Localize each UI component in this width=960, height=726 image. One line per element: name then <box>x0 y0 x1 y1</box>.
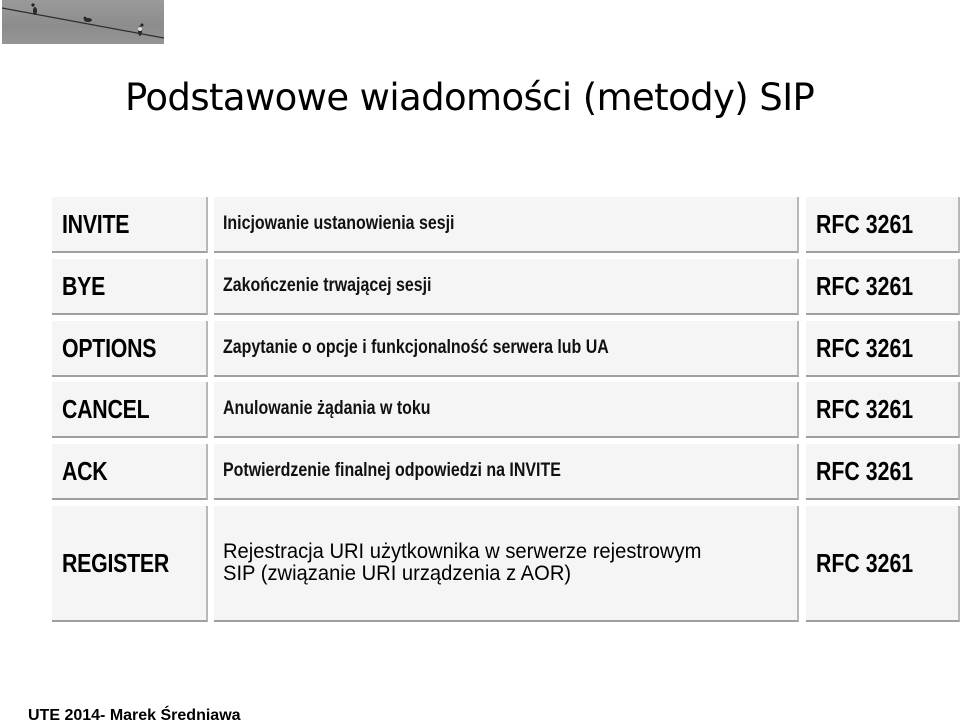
rfc-cell: RFC 3261 <box>806 197 960 253</box>
method-name: ACK <box>62 455 108 486</box>
method-cell: OPTIONS <box>52 321 208 377</box>
method-description-line: SIP (związanie URI urządzenia z AOR) <box>223 562 572 585</box>
rfc-cell: RFC 3261 <box>806 506 960 622</box>
method-cell: REGISTER <box>52 506 208 622</box>
rfc-reference: RFC 3261 <box>816 455 914 486</box>
method-description: Anulowanie żądania w toku <box>223 398 431 419</box>
description-cell: Anulowanie żądania w toku <box>214 382 799 438</box>
bird-icon <box>83 16 92 22</box>
method-name: CANCEL <box>62 393 150 424</box>
rfc-reference: RFC 3261 <box>816 208 914 239</box>
rfc-reference: RFC 3261 <box>816 270 914 301</box>
slide-footer: UTE 2014- Marek Średniawa <box>28 707 241 724</box>
rfc-reference: RFC 3261 <box>816 547 914 578</box>
rfc-cell: RFC 3261 <box>806 321 960 377</box>
method-name: INVITE <box>62 208 130 239</box>
method-cell: ACK <box>52 444 208 500</box>
birds-illustration <box>2 3 164 39</box>
method-description: Potwierdzenie finalnej odpowiedzi na INV… <box>223 460 561 481</box>
page-title: Podstawowe wiadomości (metody) SIP <box>125 76 815 119</box>
method-name: BYE <box>62 270 106 301</box>
method-cell: CANCEL <box>52 382 208 438</box>
method-description: Zapytanie o opcje i funkcjonalność serwe… <box>223 337 609 358</box>
rfc-reference: RFC 3261 <box>816 393 914 424</box>
method-description-line: Rejestracja URI użytkownika w serwerze r… <box>223 540 702 563</box>
method-description: Inicjowanie ustanowienia sesji <box>223 213 455 234</box>
method-cell: INVITE <box>52 197 208 253</box>
description-cell: Zakończenie trwającej sesji <box>214 259 799 315</box>
method-description: Zakończenie trwającej sesji <box>223 275 432 296</box>
description-cell: Zapytanie o opcje i funkcjonalność serwe… <box>214 321 799 377</box>
rfc-reference: RFC 3261 <box>816 332 914 363</box>
birds-on-wire-photo <box>2 0 164 44</box>
method-name: OPTIONS <box>62 332 157 363</box>
rfc-cell: RFC 3261 <box>806 382 960 438</box>
rfc-cell: RFC 3261 <box>806 259 960 315</box>
description-cell: Inicjowanie ustanowienia sesji <box>214 197 799 253</box>
rfc-cell: RFC 3261 <box>806 444 960 500</box>
method-cell: BYE <box>52 259 208 315</box>
description-cell: Rejestracja URI użytkownika w serwerze r… <box>214 506 799 622</box>
description-cell: Potwierdzenie finalnej odpowiedzi na INV… <box>214 444 799 500</box>
method-name: REGISTER <box>62 547 170 578</box>
